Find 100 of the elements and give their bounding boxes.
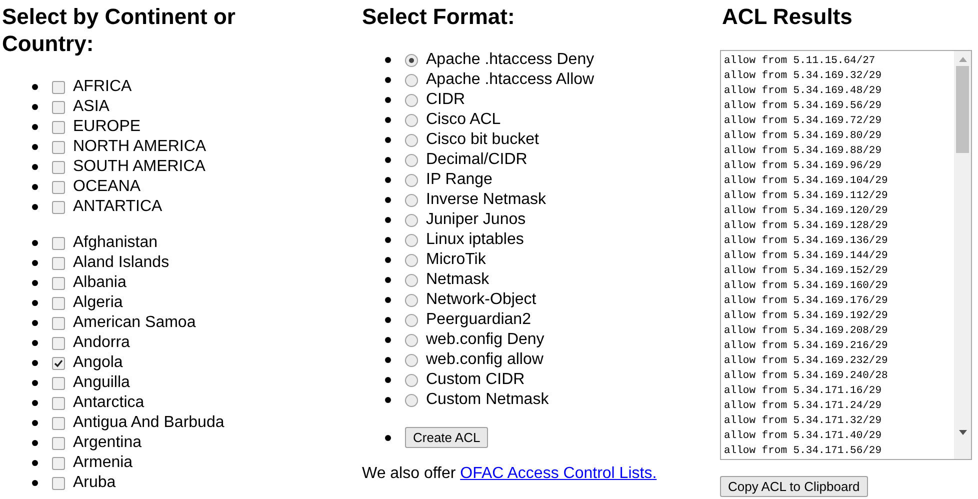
radio-button[interactable] (405, 74, 418, 86)
radio-button[interactable] (405, 154, 418, 166)
checkbox[interactable] (52, 416, 65, 430)
radio-label: Inverse Netmask (426, 190, 546, 210)
radio-button[interactable] (405, 314, 418, 326)
bullet-icon (385, 277, 391, 283)
radio-button[interactable] (405, 294, 418, 306)
radio-button[interactable] (405, 194, 418, 206)
checkbox-label: NORTH AMERICA (73, 137, 206, 157)
checkbox[interactable] (52, 120, 65, 134)
checkbox[interactable] (52, 256, 65, 270)
scrollbar[interactable] (954, 51, 971, 459)
acl-line: allow from 5.34.169.120/29 (724, 204, 888, 219)
section-heading: ACL Results (722, 3, 854, 30)
checkbox-label: Antigua And Barbuda (73, 413, 224, 433)
checkbox[interactable] (52, 356, 65, 370)
checkbox[interactable] (52, 396, 65, 410)
acl-line: allow from 5.34.169.32/29 (724, 69, 882, 84)
bullet-icon (32, 300, 38, 306)
bullet-icon (32, 400, 38, 406)
radio-label: MicroTik (426, 250, 486, 270)
acl-line: allow from 5.34.169.144/29 (724, 249, 888, 264)
acl-line: allow from 5.34.171.40/29 (724, 429, 882, 444)
acl-line: allow from 5.34.171.24/29 (724, 399, 882, 414)
bullet-icon (32, 260, 38, 266)
acl-line: allow from 5.34.169.216/29 (724, 339, 888, 354)
scroll-down-icon (958, 430, 966, 435)
checkbox[interactable] (52, 436, 65, 450)
radio-label: CIDR (426, 90, 466, 110)
checkbox[interactable] (52, 160, 65, 174)
radio-label: Custom CIDR (426, 370, 525, 390)
bullet-icon (32, 360, 38, 366)
copy-acl-button[interactable]: Copy ACL to Clipboard (720, 476, 868, 497)
checkbox[interactable] (52, 376, 65, 390)
checkbox-label: American Samoa (73, 313, 196, 333)
ofac-link[interactable]: OFAC Access Control Lists. (460, 465, 657, 482)
checkbox[interactable] (52, 316, 65, 330)
section-heading: Select Format: (362, 3, 516, 30)
checkbox[interactable] (52, 456, 65, 470)
checkbox[interactable] (52, 296, 65, 310)
bullet-icon (385, 317, 391, 323)
acl-line: allow from 5.34.171.32/29 (724, 414, 882, 429)
bullet-icon (32, 460, 38, 466)
checkbox[interactable] (52, 140, 65, 154)
radio-button[interactable] (405, 54, 418, 66)
bullet-icon (385, 357, 391, 363)
radio-button[interactable] (405, 374, 418, 386)
results-text-area[interactable] (720, 50, 972, 460)
checkbox[interactable] (52, 276, 65, 290)
bullet-icon (32, 480, 38, 486)
bullet-icon (32, 104, 38, 110)
bullet-icon (385, 77, 391, 83)
radio-button[interactable] (405, 334, 418, 346)
bullet-icon (32, 124, 38, 130)
checkbox[interactable] (52, 80, 65, 94)
radio-button[interactable] (405, 134, 418, 146)
radio-button[interactable] (405, 114, 418, 126)
radio-button[interactable] (405, 354, 418, 366)
radio-label: Cisco bit bucket (426, 130, 539, 150)
radio-button[interactable] (405, 214, 418, 226)
radio-button[interactable] (405, 94, 418, 106)
checkbox-label: Anguilla (73, 373, 130, 393)
ofac-note: We also offer OFAC Access Control Lists. (362, 464, 658, 484)
radio-button[interactable] (405, 234, 418, 246)
scrollbar-thumb[interactable] (956, 66, 969, 153)
check-icon (54, 358, 63, 368)
checkbox-label: Angola (73, 353, 123, 373)
acl-line: allow from 5.34.169.128/29 (724, 219, 888, 234)
section-heading: Select by Continent or Country: (2, 3, 236, 57)
checkbox[interactable] (52, 236, 65, 250)
checkbox[interactable] (52, 336, 65, 350)
bullet-icon (32, 340, 38, 346)
radio-button[interactable] (405, 174, 418, 186)
checkbox[interactable] (52, 200, 65, 214)
checkbox-label: Antarctica (73, 393, 144, 413)
acl-line: allow from 5.34.169.192/29 (724, 309, 888, 324)
radio-button[interactable] (405, 394, 418, 406)
bullet-icon (385, 57, 391, 63)
radio-label: Linux iptables (426, 230, 524, 250)
checkbox-label: EUROPE (73, 117, 141, 137)
acl-line: allow from 5.34.169.96/29 (724, 159, 882, 174)
acl-line: allow from 5.34.169.160/29 (724, 279, 888, 294)
bullet-icon (32, 204, 38, 210)
bullet-icon (32, 440, 38, 446)
checkbox-label: Algeria (73, 293, 123, 313)
bullet-icon (32, 164, 38, 170)
scroll-up-icon (958, 57, 966, 62)
radio-button[interactable] (405, 254, 418, 266)
acl-line: allow from 5.34.169.80/29 (724, 129, 882, 144)
radio-label: IP Range (426, 170, 492, 190)
create-acl-button[interactable]: Create ACL (405, 427, 488, 448)
checkbox[interactable] (52, 100, 65, 114)
bullet-icon (385, 337, 391, 343)
checkbox[interactable] (52, 180, 65, 194)
checkbox-label: ANTARTICA (73, 197, 162, 217)
checkbox[interactable] (52, 476, 65, 490)
radio-label: Decimal/CIDR (426, 150, 528, 170)
acl-line: allow from 5.34.169.232/29 (724, 354, 888, 369)
radio-button[interactable] (405, 274, 418, 286)
checkbox-label: ASIA (73, 97, 110, 117)
